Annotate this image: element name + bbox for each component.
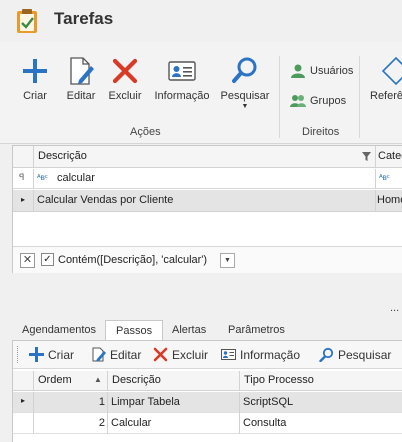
clear-filter-icon[interactable]: ✕ <box>20 253 35 268</box>
grupos-label: Grupos <box>310 94 347 107</box>
editar-label: Editar <box>66 90 96 102</box>
column-header-label: Descrição <box>38 150 87 162</box>
tab-parametros[interactable]: Parâmetros <box>218 320 295 341</box>
sort-ascending-icon: ▲ <box>94 375 102 384</box>
tab-label: Agendamentos <box>22 324 96 336</box>
tab-label: Passos <box>116 325 153 337</box>
clipboard-check-icon <box>17 9 37 33</box>
filter-dropdown-icon[interactable]: ▼ <box>220 253 235 268</box>
grupos-button[interactable]: Grupos <box>290 94 346 108</box>
diamond-icon <box>382 56 402 86</box>
detail-tabs: Agendamentos Passos Alertas Parâmetros <box>12 320 402 341</box>
table-row[interactable]: 2 Calcular Consulta <box>13 413 402 434</box>
group-label-acoes: Ações <box>130 126 161 138</box>
contains-operator-icon[interactable]: ᴬʙᶜ <box>37 173 48 182</box>
button-label: Pesquisar <box>338 348 392 362</box>
criar-label: Criar <box>23 90 47 102</box>
table-row[interactable]: ▸ Calcular Vendas por Cliente Homo <box>13 190 402 212</box>
dropdown-caret-icon[interactable]: ▼ <box>220 103 270 110</box>
button-label: Informação <box>240 348 301 362</box>
contains-operator-icon[interactable]: ᴬʙᶜ <box>379 173 390 182</box>
column-header-label: Categ <box>378 150 402 162</box>
id-card-icon <box>221 349 236 360</box>
tab-label: Parâmetros <box>228 324 285 336</box>
cell-categoria: Homo <box>377 194 402 206</box>
filter-enabled-checkbox[interactable]: ✓ <box>41 253 54 266</box>
cell-tipo-processo: Consulta <box>243 417 287 429</box>
row-indicator-header <box>13 146 33 168</box>
cell-ordem: 2 <box>98 417 105 429</box>
column-header-tipo-processo[interactable]: Tipo Processo <box>239 371 402 391</box>
table-row[interactable]: ▸ 1 Limpar Tabela ScriptSQL <box>13 392 402 413</box>
informacao-button[interactable]: Informação <box>153 56 211 102</box>
column-header-categoria[interactable]: Categ <box>375 146 402 168</box>
ribbon-separator <box>359 56 360 138</box>
column-header-label: Ordem <box>38 374 72 386</box>
informacao-label: Informação <box>154 90 210 102</box>
cell-ordem: 1 <box>98 396 105 408</box>
button-label: Criar <box>48 348 74 362</box>
more-ellipsis[interactable]: ... <box>390 302 399 314</box>
tab-label: Alertas <box>172 324 207 336</box>
button-label: Editar <box>110 348 142 362</box>
search-icon <box>319 347 334 363</box>
usuarios-label: Usuários <box>310 64 354 77</box>
tab-alertas[interactable]: Alertas <box>162 320 216 341</box>
plus-icon <box>23 59 47 83</box>
pesquisar-button[interactable]: Pesquisar ▼ <box>220 56 270 110</box>
ribbon: Criar Editar Excluir Informação Pesquisa… <box>0 42 402 144</box>
steps-editar-button[interactable]: Editar <box>91 347 141 362</box>
excluir-label: Excluir <box>108 90 142 102</box>
edit-document-icon <box>70 57 94 85</box>
cell-tipo-processo: ScriptSQL <box>243 396 294 408</box>
delete-x-icon <box>112 58 138 84</box>
edit-document-icon <box>92 347 106 362</box>
row-expand-icon[interactable]: ▸ <box>21 195 25 204</box>
referencia-label: Referê <box>370 90 402 102</box>
tab-passos[interactable]: Passos <box>105 320 164 341</box>
search-icon <box>232 57 257 83</box>
group-label-direitos: Direitos <box>302 126 340 138</box>
column-header-descricao[interactable]: Descrição <box>107 371 239 391</box>
title-bar: Tarefas <box>0 0 402 42</box>
toolbar-grip <box>17 346 19 363</box>
ribbon-separator <box>279 56 280 138</box>
cell-descricao: Calcular Vendas por Cliente <box>37 194 174 206</box>
auto-filter-row: ꟼ ᴬʙᶜ calcular ᴬʙᶜ <box>13 169 402 189</box>
pesquisar-label: Pesquisar <box>220 90 270 102</box>
usuarios-button[interactable]: Usuários <box>290 64 353 78</box>
steps-pesquisar-button[interactable]: Pesquisar <box>319 347 392 363</box>
filter-panel: ✕ ✓ Contém([Descrição], 'calcular') ▼ <box>13 246 402 273</box>
referencia-button[interactable]: Referê <box>370 56 402 102</box>
tasks-grid: Descrição Categ ꟼ ᴬʙᶜ calcular ᴬʙᶜ ▸ Cal… <box>12 145 402 273</box>
excluir-button[interactable]: Excluir <box>108 56 142 102</box>
steps-panel: Criar Editar Excluir Informação Pesquisa… <box>12 340 402 442</box>
row-indicator-header <box>13 371 33 391</box>
column-header-label: Descrição <box>112 374 161 386</box>
filter-row-icon: ꟼ <box>19 172 25 182</box>
steps-excluir-button[interactable]: Excluir <box>153 347 208 362</box>
cell-descricao: Calcular <box>111 417 152 429</box>
window-title: Tarefas <box>54 9 114 28</box>
steps-toolbar: Criar Editar Excluir Informação Pesquisa… <box>13 341 402 369</box>
id-card-icon <box>168 61 196 81</box>
column-header-descricao[interactable]: Descrição <box>33 146 375 168</box>
steps-criar-button[interactable]: Criar <box>29 347 74 362</box>
column-header-ordem[interactable]: Ordem ▲ <box>33 371 107 391</box>
tab-agendamentos[interactable]: Agendamentos <box>12 320 106 341</box>
delete-x-icon <box>153 347 168 362</box>
users-group-icon <box>290 95 306 107</box>
filter-funnel-icon[interactable] <box>362 152 371 161</box>
plus-icon <box>29 347 44 362</box>
steps-informacao-button[interactable]: Informação <box>221 347 300 362</box>
editar-button[interactable]: Editar <box>64 56 98 102</box>
column-header-label: Tipo Processo <box>244 374 314 386</box>
row-expand-icon[interactable]: ▸ <box>21 396 25 405</box>
user-icon <box>291 64 305 78</box>
criar-button[interactable]: Criar <box>20 56 50 102</box>
cell-descricao: Limpar Tabela <box>111 396 180 408</box>
filter-input-descricao[interactable]: calcular <box>57 172 95 184</box>
filter-expression[interactable]: Contém([Descrição], 'calcular') <box>58 254 207 266</box>
button-label: Excluir <box>172 348 209 362</box>
